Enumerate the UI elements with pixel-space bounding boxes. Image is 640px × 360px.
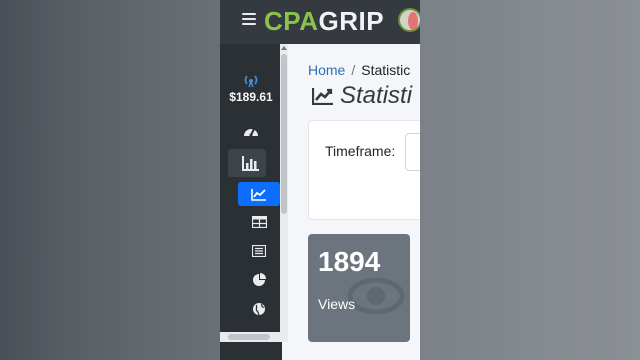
menu-toggle-icon[interactable]: [242, 10, 256, 25]
sidebar-subitem-geo[interactable]: [238, 299, 280, 319]
line-chart-icon: [251, 188, 266, 201]
account-balance: $189.61: [229, 90, 273, 104]
top-navbar: CPAGRIP: [220, 0, 420, 44]
sidebar-item-dashboard[interactable]: [220, 120, 282, 142]
pie-chart-icon: [253, 273, 266, 286]
sidebar-item-statistics[interactable]: [220, 151, 282, 175]
blurred-background-left: [0, 0, 220, 360]
horizontal-scrollbar-thumb[interactable]: [228, 334, 270, 340]
timeframe-label: Timeframe:: [325, 143, 396, 159]
scrollbar-thumb[interactable]: [281, 54, 287, 214]
scroll-up-arrow-icon[interactable]: [281, 46, 287, 50]
sidebar-scrollbar[interactable]: [280, 44, 288, 340]
logo-cpa-text: CPA: [264, 6, 319, 36]
broadcast-icon: [220, 70, 282, 90]
sidebar: $189.61: [220, 44, 282, 360]
list-icon: [252, 245, 266, 257]
breadcrumb-home-link[interactable]: Home: [308, 62, 345, 78]
breadcrumb-current: Statistic: [361, 62, 411, 78]
eye-watermark-icon: [348, 277, 404, 314]
main-content: Home / Statistic Statisti Timeframe: 1894 …: [290, 44, 420, 360]
sidebar-horizontal-scrollbar[interactable]: [220, 332, 288, 342]
logo-grip-text: GRIP: [318, 6, 385, 36]
table-icon: [251, 216, 267, 228]
sidebar-subitem-table[interactable]: [238, 212, 280, 232]
sidebar-subitem-list[interactable]: [238, 241, 280, 261]
sidebar-subitem-pie[interactable]: [238, 270, 280, 290]
line-chart-title-icon: [312, 88, 333, 105]
views-label: Views: [318, 296, 356, 312]
gauge-icon: [244, 128, 258, 137]
globe-icon: [253, 303, 265, 316]
breadcrumb-separator: /: [351, 62, 356, 78]
filter-card: Timeframe:: [308, 120, 420, 220]
page-title-text: Statisti: [340, 82, 413, 109]
logo-emblem-icon: [398, 8, 420, 32]
views-count: 1894: [318, 246, 381, 277]
bar-chart-icon: [242, 156, 259, 171]
blurred-background-right: [420, 0, 640, 360]
page-title: Statisti: [312, 82, 412, 110]
sidebar-subitem-line-stats-icon-wrap[interactable]: [238, 182, 280, 206]
breadcrumb: Home / Statistic: [308, 62, 410, 78]
timeframe-select[interactable]: [405, 133, 420, 171]
brand-logo[interactable]: CPAGRIP: [264, 6, 384, 37]
app-viewport: CPAGRIP $189.61 Home / Statistic Statist…: [220, 0, 420, 360]
views-stat-box: 1894 Views: [308, 234, 410, 342]
